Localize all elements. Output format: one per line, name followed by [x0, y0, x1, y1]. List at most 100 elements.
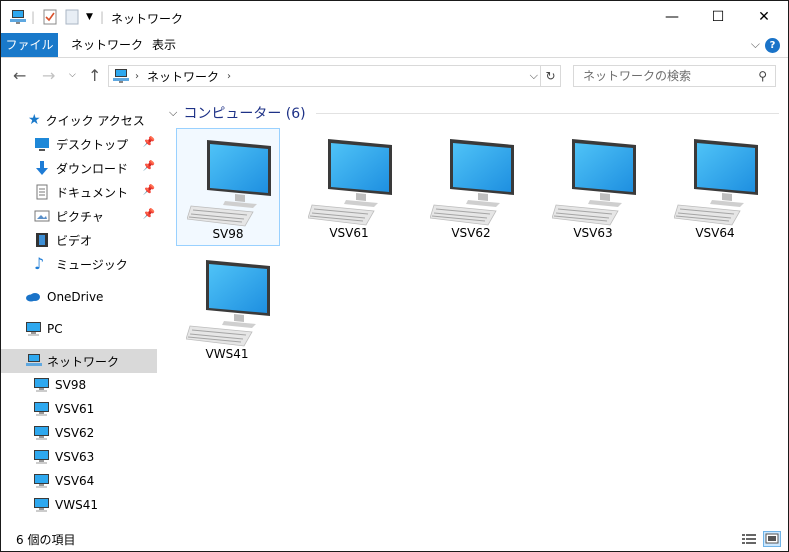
sidebar-item-desktop[interactable]: デスクトップ 📌: [1, 132, 157, 156]
picture-icon: [34, 208, 50, 224]
computer-tile[interactable]: VWS41: [176, 249, 280, 367]
computer-icon: [674, 138, 759, 226]
sidebar-item-label: ドキュメント: [56, 185, 129, 200]
pin-icon[interactable]: 📌: [143, 161, 155, 172]
sidebar-item-network-computer[interactable]: VSV64: [1, 469, 157, 493]
sidebar-item-label: ダウンロード: [56, 161, 129, 176]
sidebar-item-label: ミュージック: [56, 257, 128, 272]
sidebar-item-network-computer[interactable]: VSV61: [1, 397, 157, 421]
download-icon: [34, 160, 50, 176]
toolbar-separator: |: [31, 10, 36, 24]
minimize-button[interactable]: —: [649, 1, 695, 33]
computer-icon: [186, 259, 271, 347]
computer-tile[interactable]: VSV62: [420, 128, 524, 246]
computer-name: VSV62: [451, 226, 491, 240]
sidebar-item-quick-access[interactable]: ★ クイック アクセス: [1, 108, 157, 132]
address-dropdown-icon[interactable]: ⌵: [530, 69, 538, 83]
new-folder-icon[interactable]: [65, 9, 79, 25]
computer-name: VWS41: [205, 347, 249, 361]
computer-icon: [33, 449, 49, 465]
computer-name: VSV61: [329, 226, 369, 240]
back-button[interactable]: ←: [13, 66, 26, 85]
video-icon: [34, 232, 50, 248]
content-pane: ⌵ コンピューター (6) SV98 VSV61 VSV62 VSV63 VSV…: [163, 94, 786, 524]
sidebar-item-network-computer[interactable]: VSV63: [1, 445, 157, 469]
toolbar-separator: |: [100, 10, 105, 24]
sidebar-item-label: VWS41: [55, 498, 98, 512]
sidebar-item-network-computer[interactable]: VWS41: [1, 493, 157, 517]
maximize-button[interactable]: ☐: [695, 1, 741, 33]
customize-toolbar-icon[interactable]: ▼: [86, 9, 93, 25]
tab-file[interactable]: ファイル: [1, 33, 58, 57]
pc-icon: [25, 321, 41, 337]
computer-icon: [552, 138, 637, 226]
sidebar-item-videos[interactable]: ビデオ: [1, 228, 157, 252]
sidebar-item-label: VSV63: [55, 450, 95, 464]
sidebar-item-label: デスクトップ: [56, 137, 129, 152]
group-label: コンピューター (6): [183, 106, 306, 122]
sidebar-item-label: PC: [47, 322, 63, 336]
search-input[interactable]: ネットワークの検索 ⚲: [573, 65, 776, 87]
computer-icon: [33, 401, 49, 417]
sidebar-item-network-computer[interactable]: SV98: [1, 373, 157, 397]
search-icon[interactable]: ⚲: [758, 66, 767, 86]
refresh-icon[interactable]: ↻: [540, 66, 560, 86]
window-title: ネットワーク: [111, 12, 184, 26]
desktop-icon: [34, 136, 50, 152]
computer-icon: [33, 473, 49, 489]
explorer-window: | ▼ | ネットワーク — ☐ ✕ ファイル ネットワーク 表示 ⌵ ? ← …: [0, 0, 789, 552]
sidebar-item-label: クイック アクセス: [45, 113, 145, 128]
pin-icon[interactable]: 📌: [143, 185, 155, 196]
sidebar-item-label: VSV64: [55, 474, 95, 488]
computer-tile[interactable]: VSV64: [664, 128, 768, 246]
breadcrumb-separator-icon[interactable]: ›: [135, 71, 139, 82]
title-bar: | ▼ | ネットワーク — ☐ ✕: [1, 1, 788, 33]
ribbon: ファイル ネットワーク 表示 ⌵ ?: [1, 33, 788, 58]
computer-icon: [33, 377, 49, 393]
sidebar-item-label: ネットワーク: [47, 354, 120, 369]
tab-view[interactable]: 表示: [140, 33, 188, 57]
status-bar: 6 個の項目: [1, 528, 788, 551]
breadcrumb-separator-icon[interactable]: ›: [227, 71, 231, 82]
close-button[interactable]: ✕: [741, 1, 787, 33]
expand-ribbon-icon[interactable]: ⌵: [751, 37, 760, 52]
computer-icon: [308, 138, 393, 226]
sidebar-item-network[interactable]: ネットワーク: [1, 349, 157, 373]
sidebar-item-downloads[interactable]: ダウンロード 📌: [1, 156, 157, 180]
computer-name: SV98: [212, 227, 244, 241]
help-icon[interactable]: ?: [765, 38, 780, 53]
up-button[interactable]: ↑: [88, 66, 101, 85]
forward-button[interactable]: →: [42, 66, 55, 85]
sidebar-item-label: OneDrive: [47, 290, 104, 304]
computer-tile[interactable]: VSV63: [542, 128, 646, 246]
group-divider: [315, 112, 779, 114]
computer-name: VSV64: [695, 226, 735, 240]
sidebar-item-onedrive[interactable]: OneDrive: [1, 285, 157, 309]
computer-icon: [33, 497, 49, 513]
network-app-icon: [9, 9, 27, 25]
details-view-icon[interactable]: [740, 531, 758, 547]
breadcrumb-network[interactable]: ネットワーク: [147, 68, 219, 85]
computer-tile[interactable]: VSV61: [298, 128, 402, 246]
sidebar-item-network-computer[interactable]: VSV62: [1, 421, 157, 445]
star-icon: ★: [28, 112, 41, 128]
sidebar-item-label: VSV61: [55, 402, 95, 416]
recent-locations-icon[interactable]: ⌵: [69, 70, 76, 80]
pin-icon[interactable]: 📌: [143, 209, 155, 220]
sidebar-item-documents[interactable]: ドキュメント 📌: [1, 180, 157, 204]
music-icon: ♪: [34, 254, 45, 273]
network-icon: [112, 68, 130, 84]
sidebar-item-pc[interactable]: PC: [1, 317, 157, 341]
address-bar[interactable]: › ネットワーク › ⌵ ↻: [108, 65, 561, 87]
group-header-computers[interactable]: ⌵ コンピューター (6): [169, 104, 779, 122]
sidebar-item-pictures[interactable]: ピクチャ 📌: [1, 204, 157, 228]
pin-icon[interactable]: 📌: [143, 137, 155, 148]
large-icons-view-icon[interactable]: [763, 531, 781, 547]
computer-icon: [187, 139, 272, 227]
collapse-chevron-icon[interactable]: ⌵: [169, 106, 177, 120]
navigation-pane: ★ クイック アクセス デスクトップ 📌 ダウンロード 📌 ドキュメント 📌 ピ…: [1, 94, 159, 524]
computer-tile[interactable]: SV98: [176, 128, 280, 246]
sidebar-item-music[interactable]: ♪ ミュージック: [1, 252, 157, 276]
properties-icon[interactable]: [43, 9, 57, 25]
navigation-bar: ← → ⌵ ↑ › ネットワーク › ⌵ ↻ ネットワークの検索 ⚲: [1, 58, 788, 94]
